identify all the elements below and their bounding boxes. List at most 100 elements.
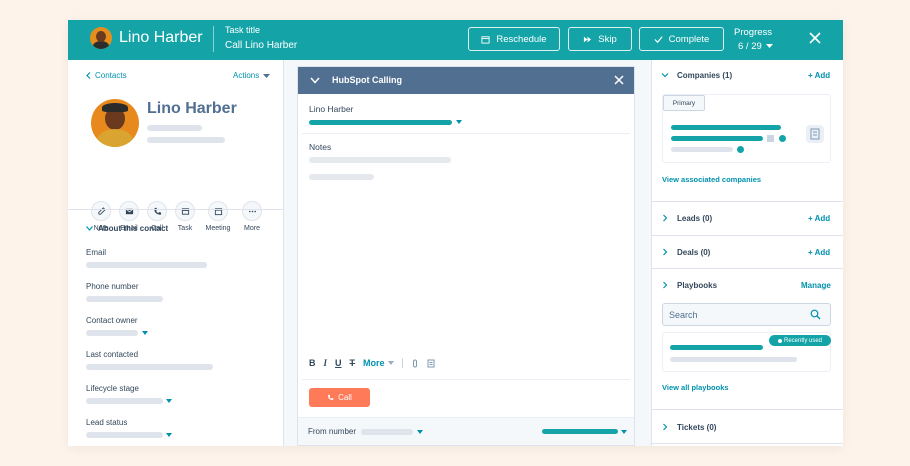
companies-title: Companies (1) (677, 71, 733, 80)
owner-field[interactable] (86, 330, 138, 336)
copy-icon[interactable] (767, 135, 774, 142)
meeting-action-button[interactable] (208, 201, 228, 221)
contact-company-placeholder (147, 137, 225, 143)
owner-dropdown-caret[interactable] (142, 331, 148, 335)
chevron-right-icon[interactable] (661, 248, 669, 256)
link-icon[interactable] (411, 359, 419, 368)
playbook-card[interactable]: Recently used (662, 332, 831, 372)
phone-number-select[interactable] (309, 120, 452, 125)
more-format-dropdown[interactable]: More (363, 358, 394, 368)
section-divider (652, 409, 843, 410)
bold-button[interactable]: B (309, 358, 316, 368)
avatar (90, 27, 112, 49)
contact-avatar (91, 99, 139, 147)
calling-panel: HubSpot Calling Lino Harber Notes B I U … (297, 66, 635, 446)
section-divider (652, 268, 843, 269)
chevron-down-icon[interactable] (310, 77, 320, 84)
phone-field[interactable] (86, 296, 163, 302)
view-associated-companies-link[interactable]: View associated companies (662, 175, 761, 184)
playbook-description-placeholder (670, 357, 797, 362)
call-action-button[interactable] (147, 201, 167, 221)
lifecycle-stage-field[interactable] (86, 398, 163, 404)
phone-dropdown-caret[interactable] (456, 120, 462, 124)
status-dot (779, 135, 786, 142)
task-action-label: Task (177, 225, 193, 232)
last-contacted-label: Last contacted (86, 350, 139, 359)
last-contacted-field (86, 364, 213, 370)
reschedule-button[interactable]: Reschedule (468, 27, 560, 51)
progress-value: 6 / 29 (738, 41, 762, 52)
from-number-caret[interactable] (417, 430, 423, 434)
company-detail-placeholder (671, 147, 733, 152)
chevron-down-icon (765, 44, 773, 48)
primary-badge: Primary (663, 95, 705, 111)
italic-button[interactable]: I (324, 358, 328, 368)
envelope-icon (125, 208, 133, 214)
search-icon[interactable] (810, 309, 821, 320)
call-option-caret[interactable] (621, 430, 627, 434)
company-name-placeholder (671, 125, 781, 130)
calendar-icon (481, 35, 490, 44)
toolbar-divider (401, 358, 403, 368)
about-label: About this contact (98, 224, 169, 233)
view-all-playbooks-link[interactable]: View all playbooks (662, 383, 729, 392)
company-card[interactable]: Primary (662, 94, 831, 163)
more-action-button[interactable] (242, 201, 262, 221)
divider (302, 133, 630, 134)
actions-dropdown[interactable]: Actions (233, 71, 271, 80)
back-label: Contacts (95, 71, 127, 80)
calendar-icon (214, 207, 222, 215)
section-divider (652, 235, 843, 236)
format-toolbar: B I U T More (309, 358, 435, 368)
note-action-button[interactable] (91, 201, 111, 221)
email-field[interactable] (86, 262, 207, 268)
email-action-button[interactable] (119, 201, 139, 221)
complete-button[interactable]: Complete (639, 27, 724, 51)
chevron-right-icon[interactable] (661, 423, 669, 431)
document-icon[interactable] (427, 359, 435, 368)
call-button-label: Call (338, 393, 352, 402)
skip-icon (584, 36, 592, 42)
manage-playbooks-button[interactable]: Manage (801, 281, 831, 290)
add-deal-button[interactable]: + Add (808, 248, 830, 257)
chevron-down-icon[interactable] (661, 71, 669, 79)
skip-button[interactable]: Skip (568, 27, 632, 51)
progress-label: Progress (734, 27, 773, 38)
task-icon (181, 207, 189, 215)
phone-icon (328, 394, 334, 400)
contact-title-placeholder (147, 125, 202, 131)
skip-label: Skip (598, 33, 617, 45)
section-divider (68, 209, 284, 210)
add-company-button[interactable]: + Add (808, 71, 830, 80)
contact-sidebar: Contacts Actions Lino Harber Note Email … (68, 60, 284, 446)
add-lead-button[interactable]: + Add (808, 214, 830, 223)
header-contact-name[interactable]: Lino Harber (119, 29, 203, 47)
chevron-right-icon[interactable] (661, 281, 669, 289)
playbook-search-input[interactable]: Search (662, 303, 831, 326)
close-icon[interactable] (614, 75, 624, 85)
back-to-contacts-link[interactable]: Contacts (86, 71, 127, 80)
chevron-right-icon[interactable] (661, 214, 669, 222)
strikethrough-button[interactable]: T (350, 358, 356, 368)
lifecycle-dropdown-caret[interactable] (166, 399, 172, 403)
header-divider (213, 26, 214, 52)
call-button[interactable]: Call (309, 388, 370, 407)
calling-panel-title: HubSpot Calling (332, 75, 402, 85)
lead-status-label: Lead status (86, 418, 128, 427)
lead-status-dropdown-caret[interactable] (166, 433, 172, 437)
notes-textarea[interactable] (302, 147, 630, 367)
progress-dropdown[interactable]: 6 / 29 (738, 41, 773, 52)
lead-status-field[interactable] (86, 432, 163, 438)
task-action-button[interactable] (175, 201, 195, 221)
call-option-select[interactable] (542, 429, 618, 434)
phone-field-label: Phone number (86, 282, 139, 291)
close-icon[interactable] (808, 31, 822, 45)
from-number-select[interactable] (361, 429, 413, 435)
task-header-bar: Lino Harber Task title Call Lino Harber … (68, 20, 843, 60)
lifecycle-stage-label: Lifecycle stage (86, 384, 139, 393)
more-format-label: More (363, 358, 385, 368)
about-section-toggle[interactable]: About this contact (86, 224, 168, 233)
underline-button[interactable]: U (335, 358, 342, 368)
contact-name: Lino Harber (147, 100, 237, 117)
call-contact-name: Lino Harber (309, 104, 354, 114)
